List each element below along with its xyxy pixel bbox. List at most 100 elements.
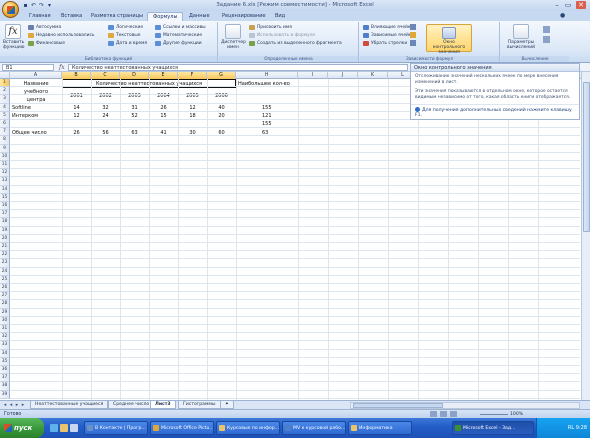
row-header[interactable]: 34 [0,349,10,358]
maximize-button[interactable]: ▭ [563,1,573,9]
horizontal-scrollbar[interactable] [350,402,580,409]
row-header[interactable]: 25 [0,275,10,284]
cell-year[interactable]: 2003 [120,92,149,100]
row-header[interactable]: 33 [0,341,10,350]
insert-sheet-icon[interactable]: ✦ [220,401,234,409]
row-header[interactable]: 9 [0,144,10,153]
help-icon[interactable]: ● [560,12,565,19]
row-header[interactable]: 2 [0,87,10,96]
vertical-scrollbar[interactable] [581,72,590,400]
taskbar-item-active[interactable]: Microsoft Excel - Зад... [452,421,534,435]
text-functions-button[interactable]: Текстовые [108,32,140,39]
use-in-formula-button[interactable]: Использовать в формуле [249,32,315,39]
column-header[interactable]: J [328,72,358,79]
column-header[interactable]: K [358,72,388,79]
tab-formulas[interactable]: Формулы [147,12,184,21]
column-header[interactable]: D [120,72,149,79]
cell-year[interactable]: 2001 [62,92,91,100]
page-layout-view-icon[interactable] [440,411,447,417]
row-header[interactable]: 31 [0,325,10,334]
row-header[interactable]: 27 [0,292,10,301]
cell-year[interactable]: 2004 [149,92,178,100]
row-header[interactable]: 36 [0,366,10,375]
trace-dependents-button[interactable]: Зависимые ячейки [363,32,414,39]
calc-options-button[interactable]: Параметры вычислений [503,24,539,50]
zoom-level[interactable]: 100% [510,411,523,418]
logical-button[interactable]: Логические [108,24,143,31]
row-header[interactable]: 13 [0,177,10,186]
row-header[interactable]: 15 [0,193,10,202]
taskbar-item[interactable]: Информатика [348,421,412,435]
error-check-icon[interactable] [410,32,416,38]
evaluate-formula-icon[interactable] [410,40,416,46]
row-header[interactable]: 20 [0,234,10,243]
tab-view[interactable]: Вид [270,12,290,21]
start-button[interactable]: пуск [0,418,44,438]
calculate-now-icon[interactable] [543,26,550,33]
cell-year[interactable]: 2002 [91,92,120,100]
create-from-selection-button[interactable]: Создать из выделенного фрагмента [249,40,342,47]
row-header[interactable]: 26 [0,284,10,293]
page-break-view-icon[interactable] [450,411,457,417]
office-button[interactable] [2,1,19,18]
tab-review[interactable]: Рецензирование [217,12,271,21]
date-time-button[interactable]: Дата и время [108,40,147,47]
row-header[interactable]: 17 [0,210,10,219]
financial-button[interactable]: Финансовые [28,40,65,47]
taskbar-item[interactable]: В Контакте | Прогр... [84,421,148,435]
row-header[interactable]: 8 [0,136,10,145]
row-header[interactable]: 18 [0,218,10,227]
row-header[interactable]: 3 [0,95,10,104]
row-header[interactable]: 5 [0,111,10,120]
row-header[interactable]: 16 [0,202,10,211]
row-header[interactable]: 24 [0,267,10,276]
close-button[interactable]: ✕ [576,1,586,9]
name-manager-button[interactable]: Диспетчер имен [221,24,246,50]
autosum-button[interactable]: Автосумма [28,24,61,31]
column-header[interactable]: G [207,72,236,79]
column-header[interactable]: E [149,72,178,79]
sheet-tab-active[interactable]: Лист3 [150,401,176,409]
recent-functions-button[interactable]: Недавно использовались [28,32,94,39]
help-link[interactable]: Для получения дополнительных сведений на… [411,104,579,120]
taskbar-item[interactable]: Курсовые по инфор... [216,421,280,435]
row-header[interactable]: 12 [0,169,10,178]
row-header[interactable]: 23 [0,259,10,268]
show-formulas-icon[interactable] [410,24,416,30]
row-header[interactable]: 37 [0,374,10,383]
insert-function-button[interactable]: fx Вставить функцию [3,24,24,50]
row-header[interactable]: 7 [0,128,10,137]
formula-input[interactable]: Количество неаттестованных учащихся [68,64,408,71]
column-header[interactable]: H [236,72,298,79]
row-header[interactable]: 11 [0,161,10,170]
lookup-button[interactable]: Ссылки и массивы [155,24,206,31]
math-button[interactable]: Математические [155,32,202,39]
zoom-slider[interactable] [480,414,508,415]
row-header[interactable]: 28 [0,300,10,309]
column-header[interactable]: F [178,72,207,79]
tab-data[interactable]: Данные [184,12,215,21]
row-header[interactable]: 22 [0,251,10,260]
scroll-thumb[interactable] [583,82,590,232]
column-header[interactable]: C [91,72,120,79]
watch-window-button[interactable]: Окно контрольного значения [426,24,472,55]
sheet-tab[interactable]: Среднее число [108,401,155,409]
row-header[interactable]: 39 [0,390,10,399]
remove-arrows-button[interactable]: Убрать стрелки [363,40,407,47]
tab-page-layout[interactable]: Разметка страницы [86,12,148,21]
row-header[interactable]: 38 [0,382,10,391]
column-header[interactable]: B [62,72,91,79]
row-header[interactable]: 30 [0,316,10,325]
define-name-button[interactable]: Присвоить имя [249,24,292,31]
worksheet-grid[interactable]: A B C D E F G H I J K L Название учебног… [0,72,590,400]
ie-icon[interactable] [50,424,58,432]
calculate-sheet-icon[interactable] [543,36,550,43]
row-header[interactable]: 32 [0,333,10,342]
trace-precedents-button[interactable]: Влияющие ячейки [363,24,413,31]
row-header[interactable]: 35 [0,357,10,366]
sheet-tab[interactable]: Неаттестованные учащиеся [30,401,109,409]
cell-year[interactable]: 2005 [178,92,207,100]
explorer-icon[interactable] [60,424,68,432]
minimize-button[interactable]: – [552,1,562,9]
sheet-tab[interactable]: Гистограммы [178,401,221,409]
